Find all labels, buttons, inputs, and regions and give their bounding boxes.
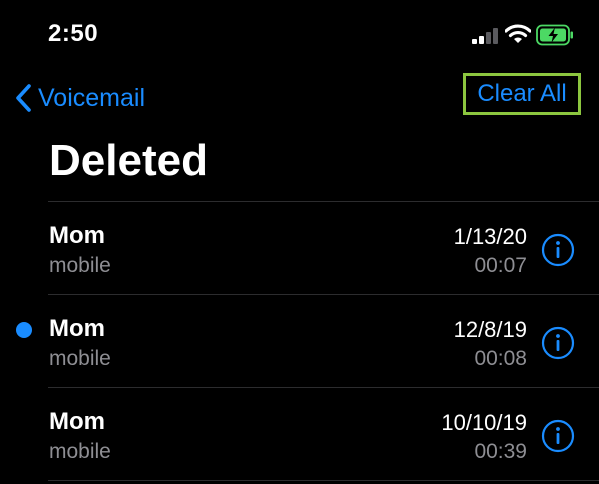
caller-label: mobile: [49, 347, 111, 370]
info-icon[interactable]: [541, 233, 575, 267]
voicemail-row[interactable]: Mom mobile 10/10/19 00:39: [0, 388, 599, 480]
voicemail-duration: 00:39: [474, 440, 527, 463]
back-button-label: Voicemail: [38, 83, 145, 112]
back-button[interactable]: Voicemail: [14, 78, 145, 118]
voicemail-row[interactable]: Mom mobile 1/13/20 00:07: [0, 202, 599, 294]
list-divider: [48, 480, 599, 481]
voicemail-date: 1/13/20: [453, 224, 527, 249]
unread-indicator: [16, 322, 32, 338]
voicemail-duration: 00:08: [474, 347, 527, 370]
caller-name: Mom: [49, 315, 105, 342]
voicemail-duration: 00:07: [474, 254, 527, 277]
status-bar: 2:50: [0, 0, 599, 70]
voicemail-date: 10/10/19: [441, 410, 527, 435]
info-icon[interactable]: [541, 419, 575, 453]
page-title: Deleted: [49, 136, 208, 185]
caller-label: mobile: [49, 440, 111, 463]
caller-label: mobile: [49, 254, 111, 277]
caller-name: Mom: [49, 222, 105, 249]
wifi-icon: [505, 24, 531, 43]
voicemail-date: 12/8/19: [453, 317, 527, 342]
navigation-bar: Voicemail Clear All: [0, 70, 599, 126]
caller-name: Mom: [49, 408, 105, 435]
info-icon[interactable]: [541, 326, 575, 360]
chevron-left-icon: [16, 84, 31, 112]
cellular-signal-icon: [472, 28, 498, 44]
voicemail-row[interactable]: Mom mobile 12/8/19 00:08: [0, 295, 599, 387]
battery-charging-icon: [536, 24, 573, 46]
clear-all-button[interactable]: Clear All: [463, 73, 581, 115]
status-time: 2:50: [48, 20, 99, 47]
